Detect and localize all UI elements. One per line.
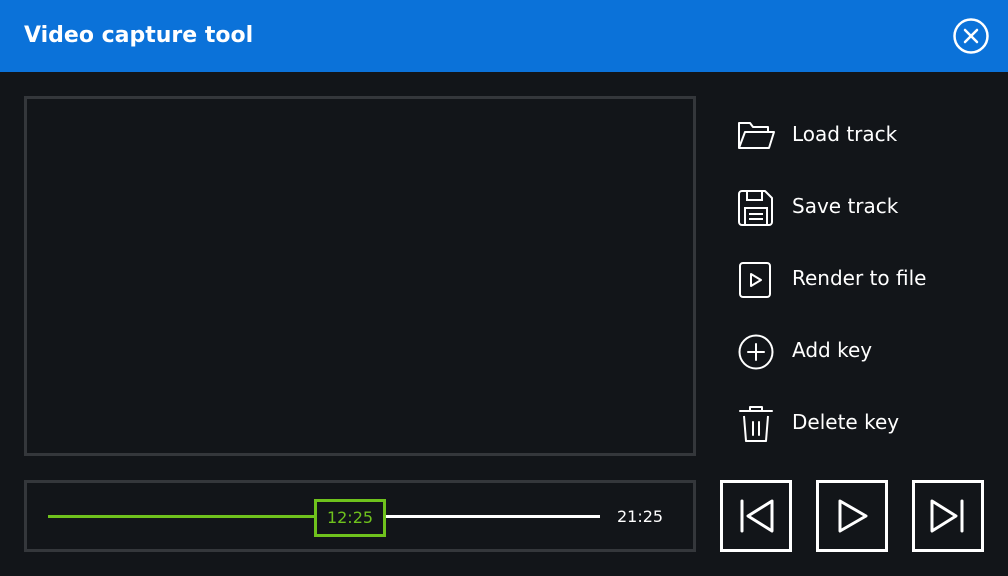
skip-back-icon bbox=[740, 499, 774, 533]
save-track-button[interactable]: Save track bbox=[736, 184, 986, 228]
close-button[interactable] bbox=[952, 17, 990, 55]
current-time: 12:25 bbox=[326, 508, 374, 527]
delete-key-label: Delete key bbox=[792, 410, 900, 434]
trash-icon bbox=[736, 404, 776, 444]
folder-open-icon bbox=[736, 116, 776, 156]
window-title: Video capture tool bbox=[24, 23, 254, 48]
play-file-icon bbox=[736, 260, 776, 300]
load-track-button[interactable]: Load track bbox=[736, 112, 986, 156]
close-circle-icon bbox=[953, 18, 989, 54]
timeline[interactable]: 12:25 21:25 bbox=[24, 480, 696, 552]
playhead-handle[interactable]: 12:25 bbox=[314, 499, 386, 537]
play-icon bbox=[838, 499, 868, 533]
total-time: 21:25 bbox=[617, 507, 664, 526]
skip-forward-button[interactable] bbox=[912, 480, 984, 552]
render-to-file-label: Render to file bbox=[792, 266, 927, 290]
skip-forward-icon bbox=[930, 499, 964, 533]
plus-circle-icon bbox=[736, 332, 776, 372]
render-to-file-button[interactable]: Render to file bbox=[736, 256, 986, 300]
title-bar: Video capture tool bbox=[0, 0, 1008, 72]
floppy-disk-icon bbox=[736, 188, 776, 228]
delete-key-button[interactable]: Delete key bbox=[736, 400, 986, 444]
video-preview bbox=[24, 96, 696, 456]
timeline-remaining-bar bbox=[384, 515, 600, 518]
skip-back-button[interactable] bbox=[720, 480, 792, 552]
add-key-label: Add key bbox=[792, 338, 873, 362]
timeline-progress-bar bbox=[48, 515, 314, 518]
save-track-label: Save track bbox=[792, 194, 899, 218]
play-button[interactable] bbox=[816, 480, 888, 552]
load-track-label: Load track bbox=[792, 122, 898, 146]
add-key-button[interactable]: Add key bbox=[736, 328, 986, 372]
